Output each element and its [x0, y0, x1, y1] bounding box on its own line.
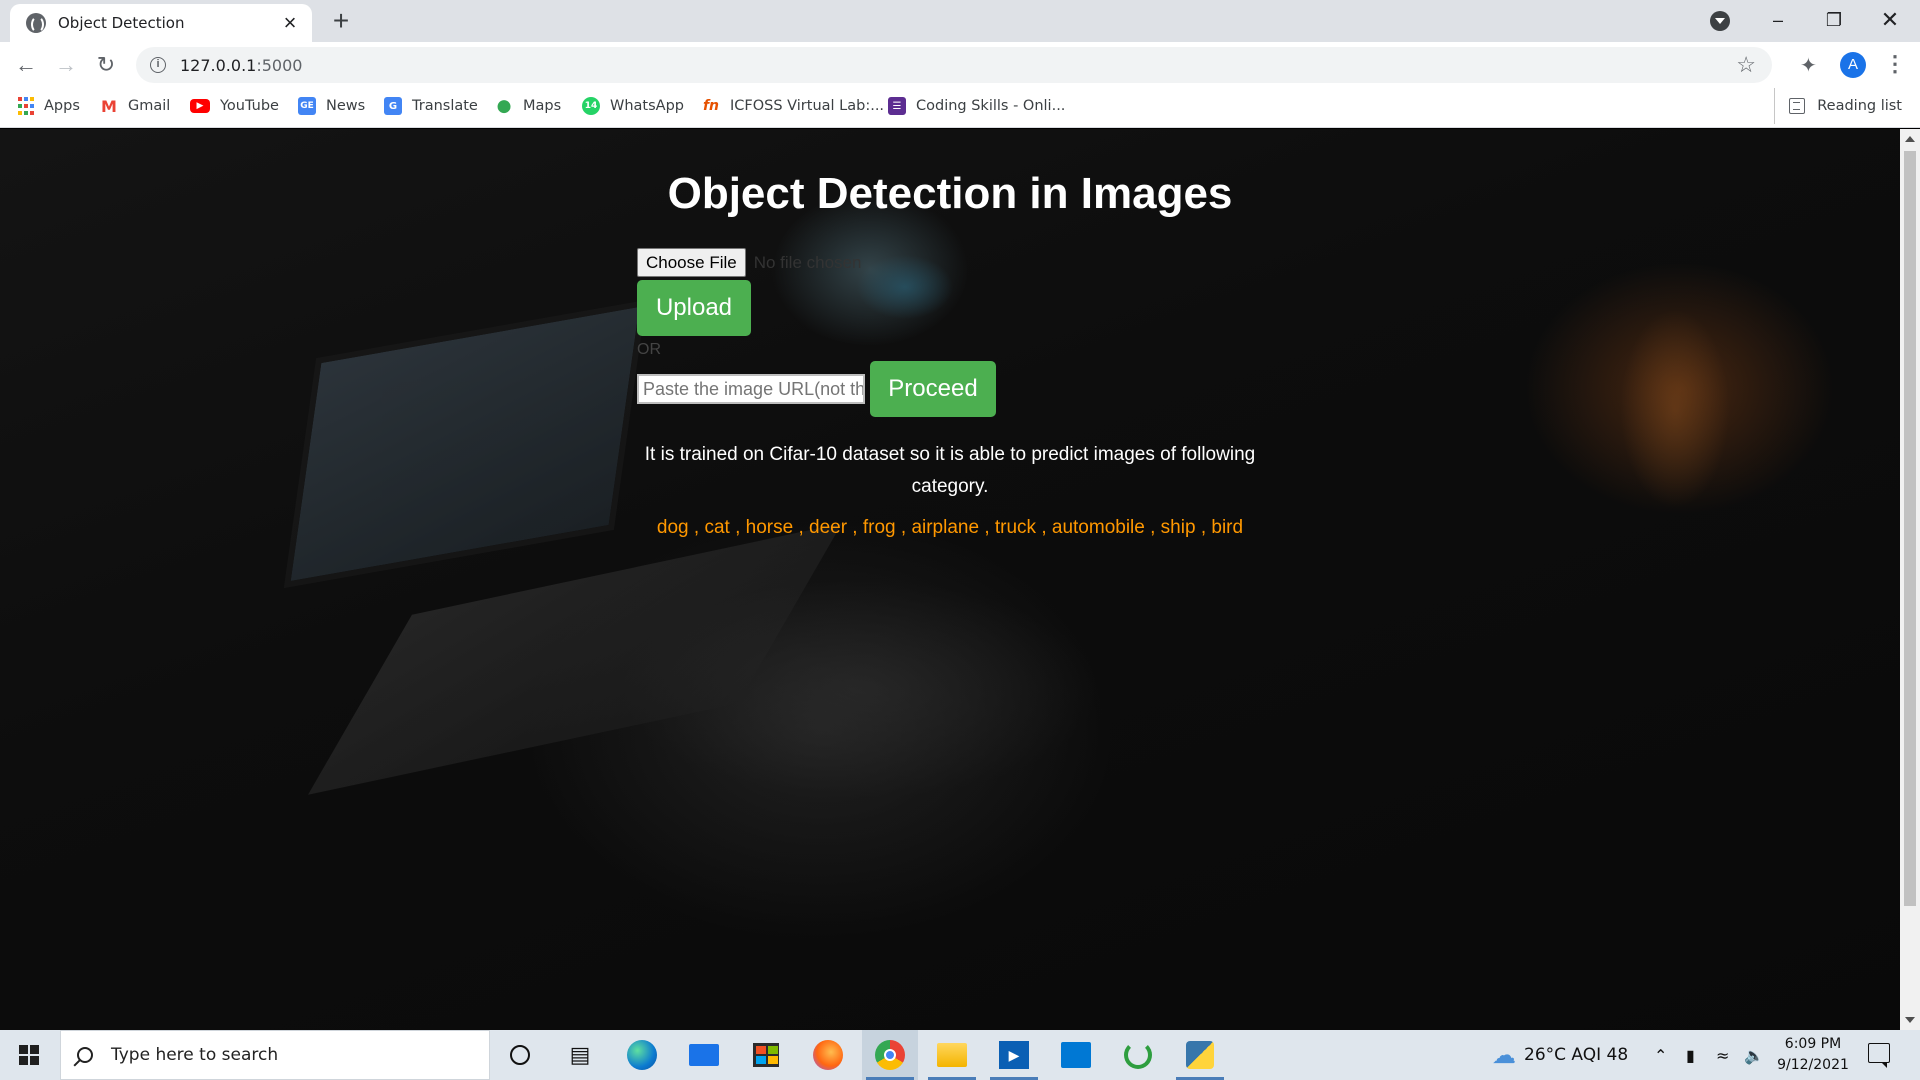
gmail-icon: M	[101, 96, 117, 116]
back-arrow-icon[interactable]: ←	[10, 49, 42, 81]
background-photo-laptop-screen	[283, 299, 647, 589]
bookmark-apps[interactable]: Apps	[18, 88, 80, 124]
choose-file-button[interactable]: Choose File	[637, 248, 746, 277]
spinner-app-icon[interactable]	[1110, 1030, 1166, 1080]
bookmark-label: Coding Skills - Onli...	[916, 98, 1066, 114]
start-button[interactable]	[0, 1030, 58, 1080]
browser-tab-strip: Object Detection × + – ❐ ✕	[0, 0, 1920, 42]
scroll-up-arrow-icon[interactable]	[1905, 136, 1915, 142]
bookmark-label: WhatsApp	[610, 98, 684, 114]
store-icon[interactable]	[738, 1030, 794, 1080]
bookmark-icfoss[interactable]: fn ICFOSS Virtual Lab:...	[702, 88, 884, 124]
reading-list-icon	[1789, 98, 1806, 114]
file-explorer-icon[interactable]	[924, 1030, 980, 1080]
restore-button[interactable]: ❐	[1806, 0, 1862, 40]
tab-close-icon[interactable]: ×	[280, 12, 300, 34]
page-title: Object Detection in Images	[667, 169, 1233, 218]
minimize-button[interactable]: –	[1750, 0, 1806, 40]
category-list: dog , cat , horse , deer , frog , airpla…	[656, 517, 1244, 538]
video-editor-icon[interactable]: ▶	[986, 1030, 1042, 1080]
forward-arrow-icon[interactable]: →	[50, 49, 82, 81]
file-input[interactable]: Choose File No file chosen	[637, 248, 861, 277]
apps-grid-icon	[18, 97, 34, 115]
google-news-icon: GE	[298, 97, 316, 115]
task-view-icon[interactable]: ▤	[552, 1030, 608, 1080]
proceed-button[interactable]: Proceed	[870, 361, 996, 417]
edge-icon[interactable]	[614, 1030, 670, 1080]
chrome-icon[interactable]	[862, 1030, 918, 1080]
python-idle-icon[interactable]	[1172, 1030, 1228, 1080]
tab-title: Object Detection	[58, 14, 185, 32]
maps-pin-icon: ●	[496, 96, 512, 116]
weather-text: 26°C AQI 48	[1524, 1045, 1629, 1065]
site-info-icon[interactable]: i	[150, 57, 166, 73]
bookmark-label: YouTube	[220, 98, 279, 114]
profile-avatar[interactable]: A	[1840, 52, 1866, 78]
wifi-icon[interactable]: ≈	[1716, 1030, 1729, 1080]
tab-object-detection[interactable]: Object Detection ×	[10, 4, 312, 42]
upload-button[interactable]: Upload	[637, 280, 751, 336]
page-scrollbar[interactable]	[1900, 129, 1920, 1030]
bookmark-youtube[interactable]: ▶ YouTube	[190, 88, 279, 124]
weather-cloud-icon: ☁	[1492, 1041, 1516, 1069]
bookmark-coding-skills[interactable]: ☰ Coding Skills - Onli...	[888, 88, 1065, 124]
browser-toolbar: ← → ↻ i 127.0.0.1:5000 ☆ ✦ A ⋮	[0, 42, 1920, 88]
firefox-icon[interactable]	[800, 1030, 856, 1080]
bookmark-label: Gmail	[128, 98, 171, 114]
taskbar-search-placeholder: Type here to search	[111, 1045, 279, 1065]
volume-icon[interactable]: 🔈	[1744, 1030, 1764, 1080]
mail-icon[interactable]	[676, 1030, 732, 1080]
close-window-button[interactable]: ✕	[1862, 0, 1918, 40]
cortana-icon[interactable]	[492, 1030, 548, 1080]
page-viewport: Object Detection in Images Choose File N…	[0, 129, 1900, 1030]
bookmark-label: Maps	[523, 98, 562, 114]
outlook-icon[interactable]	[1048, 1030, 1104, 1080]
windows-taskbar: Type here to search ▤ ▶ ☁ 26°C AQI 48 ⌃ …	[0, 1030, 1920, 1080]
bookmark-maps[interactable]: ● Maps	[495, 88, 562, 124]
tab-search-icon[interactable]	[1710, 11, 1730, 31]
scroll-down-arrow-icon[interactable]	[1905, 1017, 1915, 1023]
bookmark-label: Apps	[44, 98, 80, 114]
url-text: 127.0.0.1:5000	[180, 55, 303, 75]
windows-logo-icon	[19, 1045, 39, 1065]
bookmark-label: Translate	[412, 98, 478, 114]
bookmark-whatsapp[interactable]: 14 WhatsApp	[582, 88, 684, 124]
background-photo-desk	[620, 579, 1100, 799]
dataset-info-text: It is trained on Cifar-10 dataset so it …	[644, 444, 1256, 497]
system-clock[interactable]: 6:09 PM 9/12/2021	[1768, 1034, 1858, 1076]
reading-list-label: Reading list	[1817, 98, 1902, 114]
battery-icon[interactable]: ▮	[1686, 1030, 1695, 1080]
or-separator: OR	[637, 341, 661, 358]
bookmark-star-icon[interactable]: ☆	[1736, 52, 1756, 78]
bookmark-gmail[interactable]: M Gmail	[100, 88, 170, 124]
image-url-input[interactable]: Paste the image URL(not the	[637, 374, 865, 404]
bookmark-label: News	[326, 98, 366, 114]
weather-widget[interactable]: ☁ 26°C AQI 48	[1492, 1030, 1628, 1080]
coding-skills-icon: ☰	[888, 97, 906, 115]
notification-center-icon[interactable]	[1868, 1043, 1890, 1068]
whatsapp-icon: 14	[582, 97, 600, 115]
bookmark-label: ICFOSS Virtual Lab:...	[730, 98, 885, 114]
clock-time: 6:09 PM	[1784, 1036, 1842, 1052]
reload-icon[interactable]: ↻	[90, 49, 122, 81]
address-bar[interactable]: i 127.0.0.1:5000 ☆	[136, 47, 1772, 83]
bookmark-translate[interactable]: G Translate	[384, 88, 478, 124]
bookmark-news[interactable]: GE News	[298, 88, 365, 124]
menu-kebab-icon[interactable]: ⋮	[1884, 51, 1906, 77]
show-hidden-icons-chevron-icon[interactable]: ⌃	[1654, 1030, 1667, 1080]
scroll-thumb[interactable]	[1904, 151, 1916, 906]
reading-list-button[interactable]: Reading list	[1774, 88, 1902, 124]
taskbar-search-box[interactable]: Type here to search	[60, 1030, 490, 1080]
bookmarks-bar: Apps M Gmail ▶ YouTube GE News G Transla…	[0, 88, 1920, 128]
icfoss-icon: fn	[702, 98, 720, 114]
youtube-icon: ▶	[190, 99, 210, 113]
extensions-puzzle-icon[interactable]: ✦	[1800, 53, 1817, 78]
clock-date: 9/12/2021	[1777, 1057, 1849, 1073]
globe-icon	[26, 13, 46, 33]
translate-icon: G	[384, 97, 402, 115]
search-icon	[77, 1047, 93, 1063]
new-tab-button[interactable]: +	[325, 6, 357, 38]
no-file-chosen-label: No file chosen	[753, 252, 862, 272]
background-photo-light	[1620, 309, 1730, 509]
